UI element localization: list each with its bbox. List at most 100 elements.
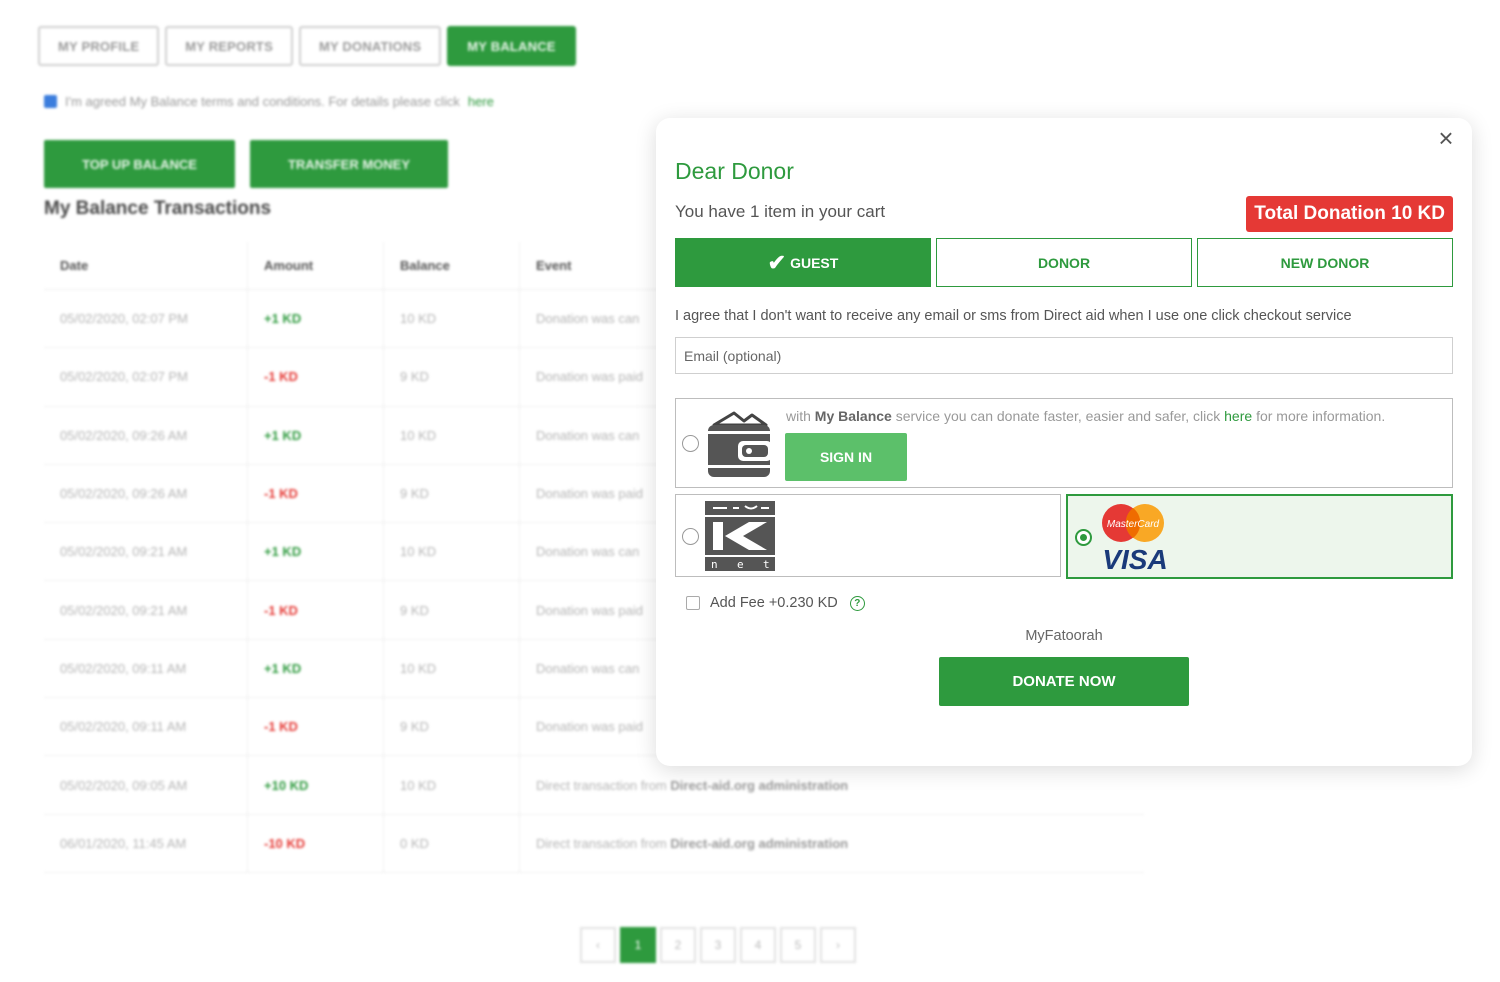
pagination-page-2[interactable]: 2 bbox=[660, 927, 696, 963]
cart-summary: You have 1 item in your cart bbox=[675, 202, 886, 221]
cell-amount: -1 KD bbox=[248, 698, 384, 756]
terms-text: I'm agreed My Balance terms and conditio… bbox=[65, 94, 460, 109]
tab-my-reports[interactable]: MY REPORTS bbox=[165, 26, 293, 66]
wallet-icon bbox=[708, 411, 772, 477]
modal-title: Dear Donor bbox=[675, 158, 794, 184]
cell-amount: +10 KD bbox=[248, 756, 384, 814]
cell-date: 05/02/2020, 09:11 AM bbox=[44, 698, 248, 756]
knet-letter-e: e bbox=[737, 558, 744, 571]
terms-checkbox[interactable] bbox=[44, 95, 57, 108]
balance-info-brand: My Balance bbox=[814, 408, 892, 424]
check-icon: ✔ bbox=[767, 249, 787, 275]
terms-agreement: I'm agreed My Balance terms and conditio… bbox=[44, 94, 494, 109]
transactions-title: My Balance Transactions bbox=[44, 198, 272, 219]
knet-letter-t: t bbox=[763, 558, 770, 571]
tab-my-profile[interactable]: MY PROFILE bbox=[38, 26, 160, 66]
pagination-next[interactable]: › bbox=[820, 927, 856, 963]
cell-amount: +1 KD bbox=[248, 406, 384, 464]
event-text: Donation was can bbox=[536, 427, 640, 443]
cell-balance: 10 KD bbox=[384, 523, 520, 581]
event-text: Donation was paid bbox=[536, 602, 643, 618]
cell-date: 05/02/2020, 02:07 PM bbox=[44, 348, 248, 406]
event-source: Direct-aid.org administration bbox=[670, 835, 849, 851]
terms-link[interactable]: here bbox=[468, 94, 494, 109]
close-icon[interactable]: × bbox=[1432, 124, 1460, 152]
my-balance-radio[interactable] bbox=[682, 435, 699, 452]
sign-in-button[interactable]: SIGN IN bbox=[785, 433, 907, 481]
knet-radio[interactable] bbox=[682, 528, 699, 545]
event-source: Direct-aid.org administration bbox=[670, 777, 849, 793]
help-icon[interactable]: ? bbox=[849, 595, 865, 611]
pagination-page-4[interactable]: 4 bbox=[740, 927, 776, 963]
cell-date: 05/02/2020, 09:26 AM bbox=[44, 464, 248, 523]
cell-balance: 9 KD bbox=[384, 581, 520, 639]
cell-date: 05/02/2020, 02:07 PM bbox=[44, 290, 248, 348]
visa-radio[interactable] bbox=[1075, 529, 1092, 546]
donate-now-button[interactable]: DONATE NOW bbox=[939, 657, 1189, 706]
transfer-money-button[interactable]: TRANSFER MONEY bbox=[250, 140, 448, 188]
event-text: Direct transaction from bbox=[536, 835, 667, 851]
cell-amount: +1 KD bbox=[248, 523, 384, 581]
cell-date: 05/02/2020, 09:26 AM bbox=[44, 406, 248, 464]
visa-mastercard-logo-icon: MasterCard VISA bbox=[1102, 504, 1168, 575]
tab-my-balance[interactable]: MY BALANCE bbox=[447, 26, 576, 66]
pagination: ‹ 1 2 3 4 5 › bbox=[580, 927, 856, 963]
pagination-page-1[interactable]: 1 bbox=[620, 927, 656, 963]
guest-button[interactable]: ✔ GUEST bbox=[675, 238, 931, 287]
top-up-balance-button[interactable]: TOP UP BALANCE bbox=[44, 140, 235, 188]
cell-amount: -10 KD bbox=[248, 814, 384, 872]
payment-provider-label: MyFatoorah bbox=[1025, 628, 1103, 644]
header-date: Date bbox=[44, 242, 248, 289]
cell-balance: 9 KD bbox=[384, 348, 520, 406]
balance-info-middle: service you can donate faster, easier an… bbox=[895, 408, 1221, 424]
cell-amount: -1 KD bbox=[248, 581, 384, 639]
cell-amount: -1 KD bbox=[248, 464, 384, 523]
header-balance: Balance bbox=[384, 242, 520, 289]
table-row: 06/01/2020, 11:45 AM -10 KD 0 KD Direct tra… bbox=[44, 814, 1144, 873]
pagination-page-3[interactable]: 3 bbox=[700, 927, 736, 963]
payment-option-my-balance[interactable]: with My Balance service you can donate f… bbox=[675, 398, 1453, 488]
cell-balance: 10 KD bbox=[384, 756, 520, 814]
cell-amount: +1 KD bbox=[248, 290, 384, 348]
consent-text: I agree that I don't want to receive any… bbox=[675, 308, 1352, 324]
payment-option-visa-mastercard[interactable]: MasterCard VISA bbox=[1066, 494, 1453, 579]
mastercard-text: MasterCard bbox=[1107, 519, 1160, 530]
balance-info-suffix: for more information. bbox=[1256, 408, 1386, 424]
event-text: Donation was can bbox=[536, 311, 640, 327]
add-fee-checkbox[interactable] bbox=[686, 596, 700, 610]
email-field[interactable] bbox=[675, 337, 1453, 374]
knet-letter-n: n bbox=[711, 558, 718, 571]
tab-my-donations[interactable]: MY DONATIONS bbox=[298, 26, 442, 66]
guest-label: GUEST bbox=[790, 254, 839, 271]
total-donation-badge: Total Donation 10 KD bbox=[1246, 196, 1453, 232]
cell-date: 05/02/2020, 09:21 AM bbox=[44, 581, 248, 639]
event-text: Donation was paid bbox=[536, 719, 643, 735]
cell-balance: 10 KD bbox=[384, 406, 520, 464]
cell-date: 05/02/2020, 09:11 AM bbox=[44, 639, 248, 698]
payment-option-knet[interactable]: n e t bbox=[675, 494, 1061, 577]
event-text: Donation was paid bbox=[536, 486, 643, 502]
event-text: Donation was can bbox=[536, 544, 640, 560]
event-text: Donation was can bbox=[536, 660, 640, 676]
cell-event: Direct transaction from Direct-aid.org a… bbox=[520, 815, 1144, 872]
pagination-page-5[interactable]: 5 bbox=[780, 927, 816, 963]
cell-balance: 0 KD bbox=[384, 814, 520, 872]
donor-button[interactable]: DONOR bbox=[936, 238, 1192, 287]
knet-logo-icon: n e t bbox=[705, 501, 775, 571]
cell-date: 05/02/2020, 09:21 AM bbox=[44, 523, 248, 581]
my-balance-info: with My Balance service you can donate f… bbox=[786, 408, 1385, 424]
visa-text: VISA bbox=[1102, 544, 1167, 575]
pagination-prev[interactable]: ‹ bbox=[580, 927, 616, 963]
cell-date: 06/01/2020, 11:45 AM bbox=[44, 814, 248, 872]
cell-amount: -1 KD bbox=[248, 348, 384, 406]
account-tabs: MY PROFILE MY REPORTS MY DONATIONS MY BA… bbox=[38, 26, 576, 66]
event-text: Donation was paid bbox=[536, 369, 643, 385]
new-donor-button[interactable]: NEW DONOR bbox=[1197, 238, 1453, 287]
header-amount: Amount bbox=[248, 242, 384, 289]
add-fee-option: Add Fee +0.230 KD ? bbox=[686, 595, 865, 611]
balance-info-link[interactable]: here bbox=[1224, 408, 1252, 424]
add-fee-label: Add Fee +0.230 KD bbox=[710, 595, 838, 611]
cell-date: 05/02/2020, 09:05 AM bbox=[44, 756, 248, 814]
donor-type-selector: ✔ GUEST DONOR NEW DONOR bbox=[675, 238, 1453, 287]
event-text: Direct transaction from bbox=[536, 777, 667, 793]
